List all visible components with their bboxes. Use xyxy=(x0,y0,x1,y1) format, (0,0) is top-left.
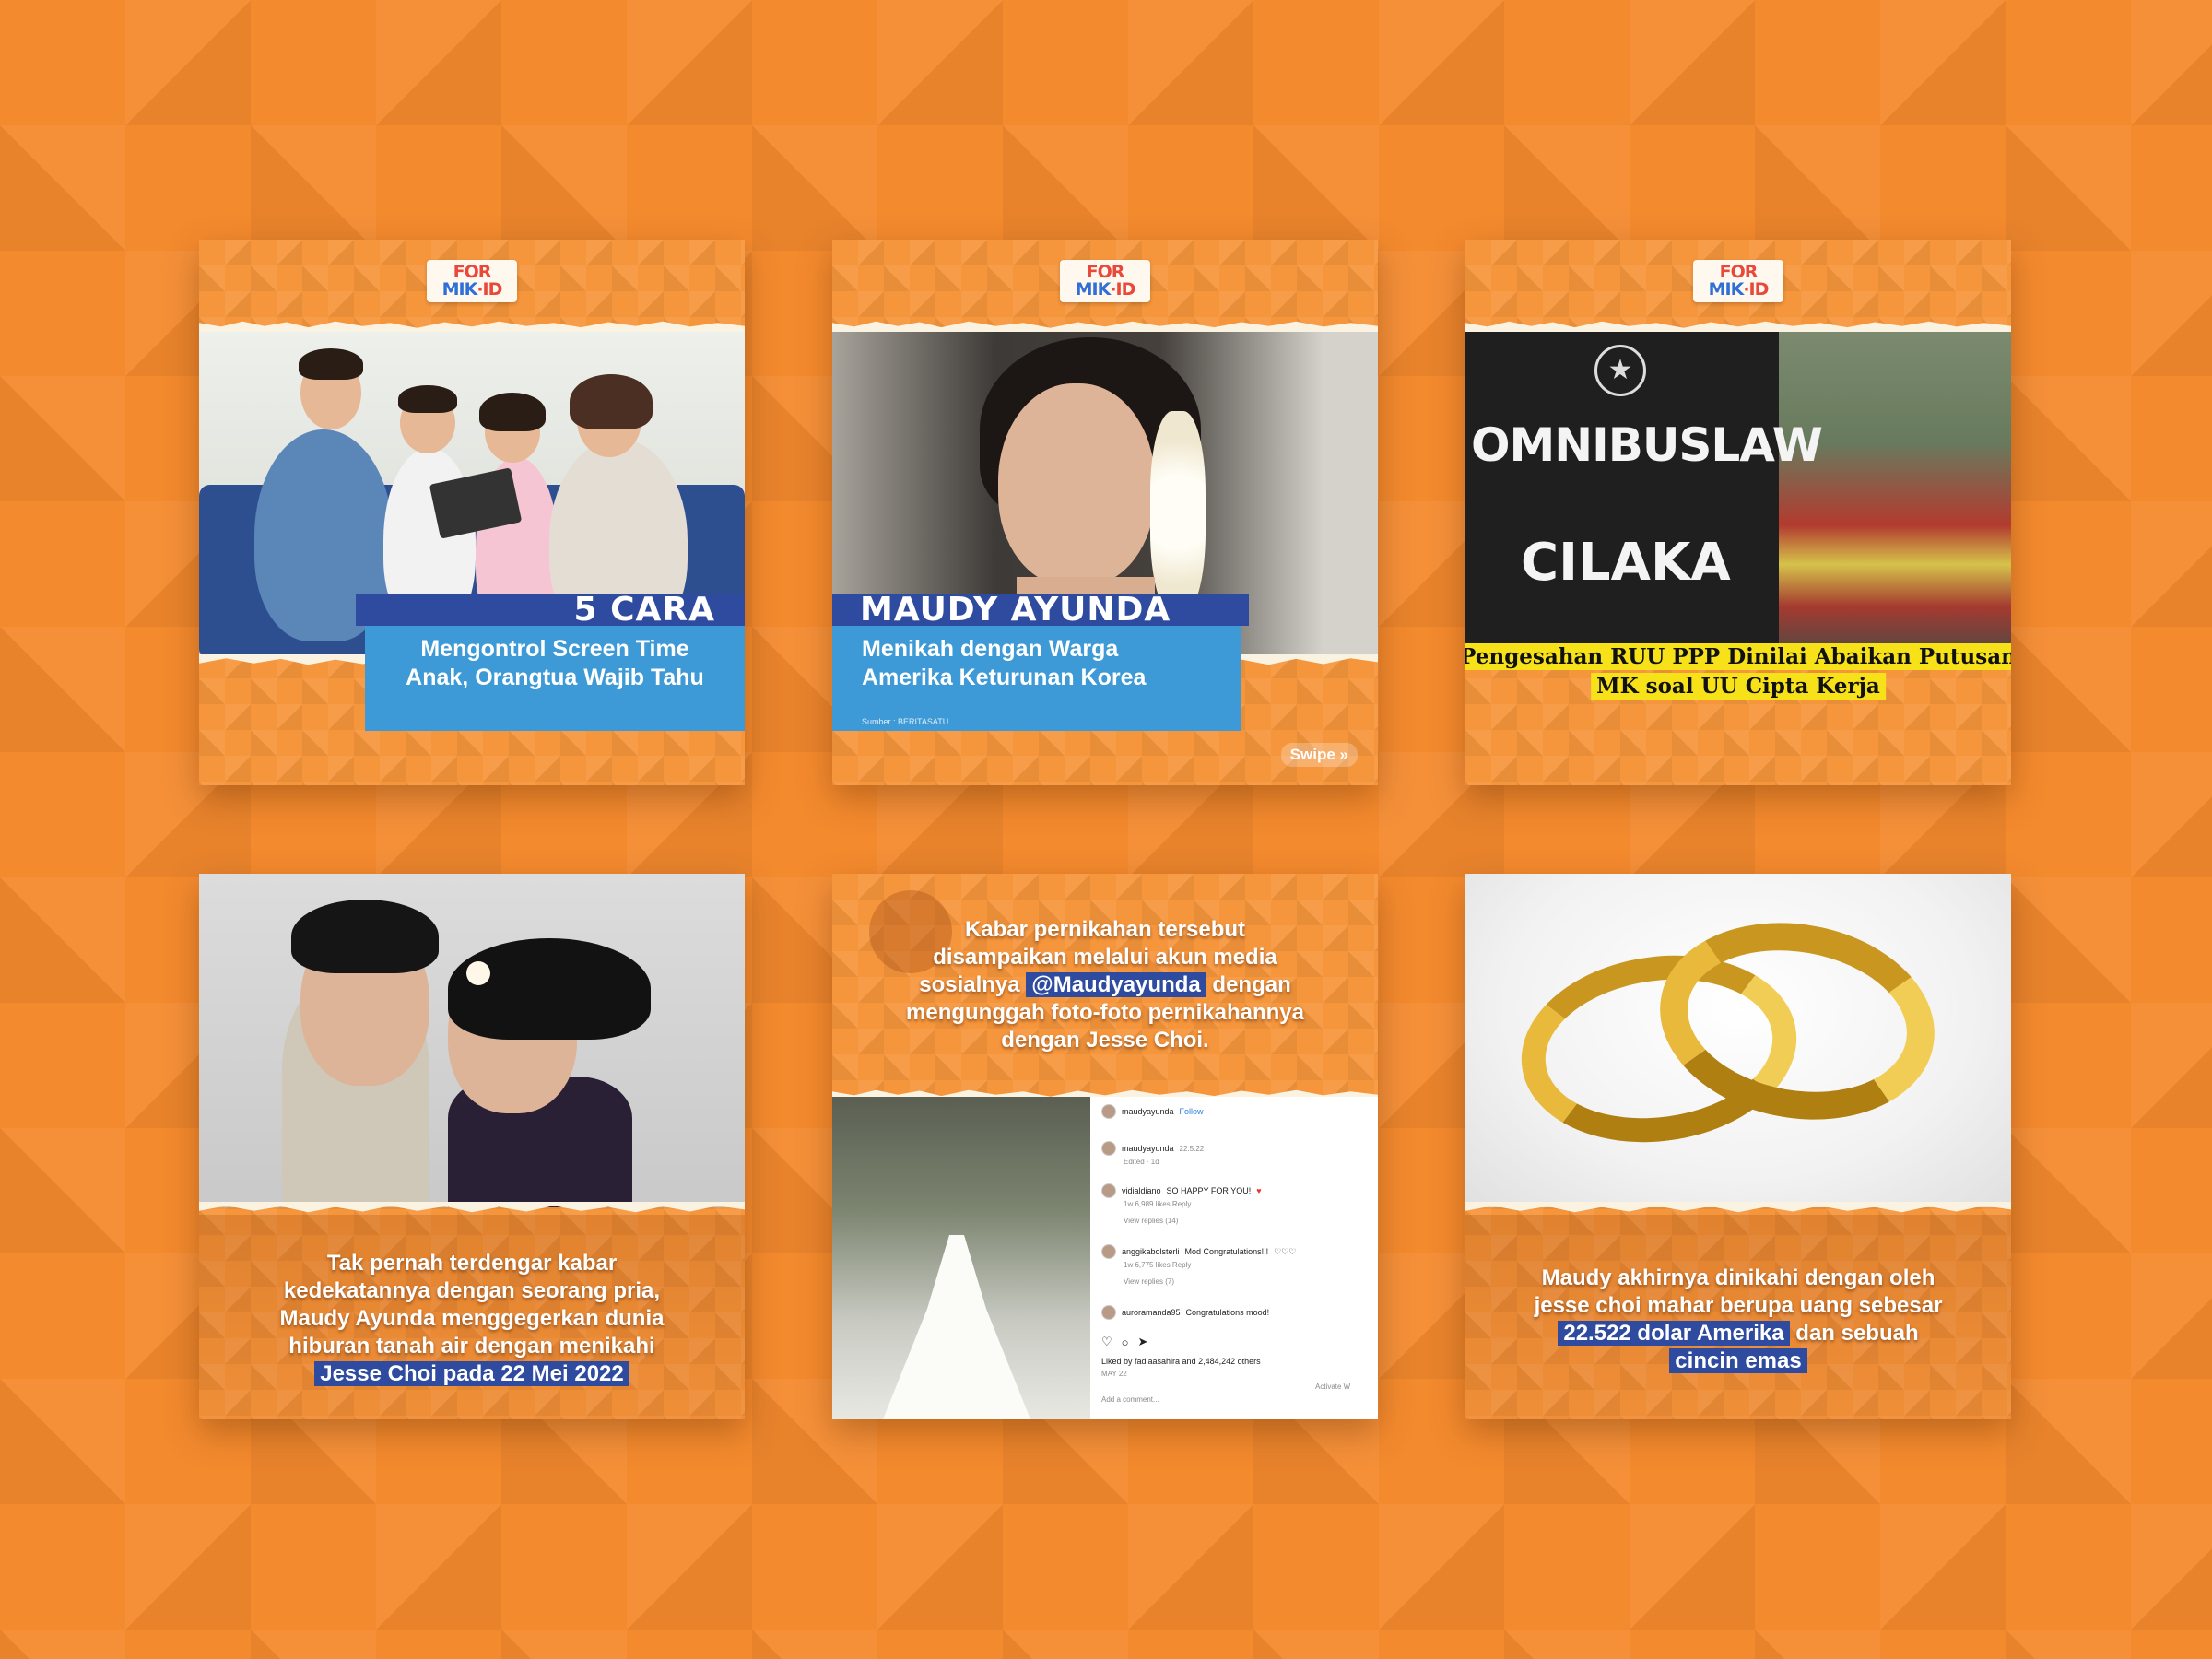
highlight-handle: @Maudyayunda xyxy=(1026,972,1206,997)
post-card-instagram-announcement[interactable]: Kabar pernikahan tersebut disampaikan me… xyxy=(832,874,1378,1419)
post-card-screen-time[interactable]: FOR MIK·ID 5 CARA Mengontrol Screen Time… xyxy=(199,240,745,785)
highlight-name-date: Jesse Choi pada 22 Mei 2022 xyxy=(314,1361,629,1386)
highlight-amount: 22.522 dolar Amerika xyxy=(1558,1321,1790,1346)
double-chevron-right-icon: » xyxy=(1339,746,1348,763)
caption-line-2: MK soal UU Cipta Kerja xyxy=(1591,673,1886,700)
mother-hair xyxy=(570,374,653,429)
add-comment-input[interactable]: Add a comment... xyxy=(1101,1395,1159,1404)
subtitle-box: Mengontrol Screen Time Anak, Orangtua Wa… xyxy=(365,626,745,731)
caption-text: Tak pernah terdengar kabar kedekatannya … xyxy=(279,1251,665,1386)
sign-text-omnibuslaw: OMNIBUSLAW xyxy=(1471,418,1823,472)
post-card-maudy-ayunda[interactable]: FOR MIK·ID MAUDY AYUNDA Menikah dengan W… xyxy=(832,240,1378,785)
instagram-comments-panel: maudyayunda Follow maudyayunda 22.5.22 E… xyxy=(1092,1097,1378,1419)
torn-edge-bottom xyxy=(1465,1202,2011,1213)
action-bar: ♡ ○ ➤ xyxy=(1101,1335,1147,1349)
avatar xyxy=(1101,1244,1116,1259)
caption-text: Maudy akhirnya dinikahi dengan oleh jess… xyxy=(1534,1265,1943,1373)
jasmine-flowers xyxy=(1150,411,1206,614)
caption-line-1: Pengesahan RUU PPP Dinilai Abaikan Putus… xyxy=(1465,643,2011,670)
caption-text: Kabar pernikahan tersebut disampaikan me… xyxy=(906,917,1304,1053)
boy-hair xyxy=(398,385,457,413)
hair-ornament xyxy=(466,961,490,985)
gold-rings-photo xyxy=(1465,874,2011,1207)
follow-link[interactable]: Follow xyxy=(1180,1107,1204,1116)
avatar xyxy=(1101,1141,1116,1156)
post-card-omnibus-law[interactable]: FOR MIK·ID ★ OMNIBUSLAW CILAKA Pengesaha… xyxy=(1465,240,2011,785)
highlight-ring: cincin emas xyxy=(1669,1348,1807,1373)
view-replies-link[interactable]: View replies (7) xyxy=(1124,1277,1174,1286)
post-card-jesse-choi[interactable]: Tak pernah terdengar kabar kedekatannya … xyxy=(199,874,745,1419)
heart-icon[interactable]: ♡ xyxy=(1101,1335,1112,1349)
subtitle-box: Menikah dengan Warga Amerika Keturunan K… xyxy=(832,626,1241,731)
post-header: maudyayunda Follow xyxy=(1101,1104,1204,1119)
heart-icon: ♥ xyxy=(1256,1186,1262,1195)
share-icon[interactable]: ➤ xyxy=(1138,1335,1148,1349)
formik-logo: FOR MIK·ID xyxy=(427,260,517,302)
torn-edge-bottom xyxy=(199,1202,745,1213)
caption-row: maudyayunda 22.5.22 xyxy=(1101,1141,1204,1156)
headline-banner: 5 CARA xyxy=(356,594,745,627)
groom-hair xyxy=(291,900,439,973)
instagram-post-screenshot: maudyayunda Follow maudyayunda 22.5.22 E… xyxy=(832,1097,1378,1419)
torn-edge-top xyxy=(1465,321,2011,332)
star-emblem: ★ xyxy=(1594,345,1646,396)
bride-face xyxy=(998,383,1155,586)
headline-banner: MAUDY AYUNDA xyxy=(832,594,1249,627)
comment-icon[interactable]: ○ xyxy=(1122,1335,1129,1349)
crowd-background xyxy=(1774,328,2011,656)
comment-row: anggikabolsterli Mod Congratulations!!! … xyxy=(1101,1244,1296,1259)
avatar xyxy=(1101,1305,1116,1320)
torn-edge-top xyxy=(199,321,745,332)
formik-logo: FOR MIK·ID xyxy=(1060,260,1150,302)
comment-row: vidialdiano SO HAPPY FOR YOU! ♥ xyxy=(1101,1183,1262,1198)
wedding-gown-photo xyxy=(832,1097,1090,1419)
heart-icon: ♡♡♡ xyxy=(1274,1246,1297,1256)
father-hair xyxy=(299,348,363,380)
couple-photo xyxy=(199,874,745,1207)
protest-sign-photo: ★ OMNIBUSLAW CILAKA xyxy=(1465,328,2011,656)
torn-edge-top xyxy=(832,321,1378,332)
avatar xyxy=(1101,1183,1116,1198)
wedding-gown-shape xyxy=(883,1235,1030,1419)
post-card-mahar[interactable]: Maudy akhirnya dinikahi dengan oleh jess… xyxy=(1465,874,2011,1419)
avatar xyxy=(1101,1104,1116,1119)
formik-logo: FOR MIK·ID xyxy=(1693,260,1783,302)
girl-hair xyxy=(479,393,546,431)
view-replies-link[interactable]: View replies (14) xyxy=(1124,1217,1178,1225)
sign-text-cilaka: CILAKA xyxy=(1521,533,1731,593)
comment-row: auroramanda95 Congratulations mood! xyxy=(1101,1305,1269,1320)
swipe-button[interactable]: Swipe » xyxy=(1280,743,1358,767)
bride-hair xyxy=(448,938,651,1040)
source-credit: Sumber : BERITASATU xyxy=(862,717,949,726)
